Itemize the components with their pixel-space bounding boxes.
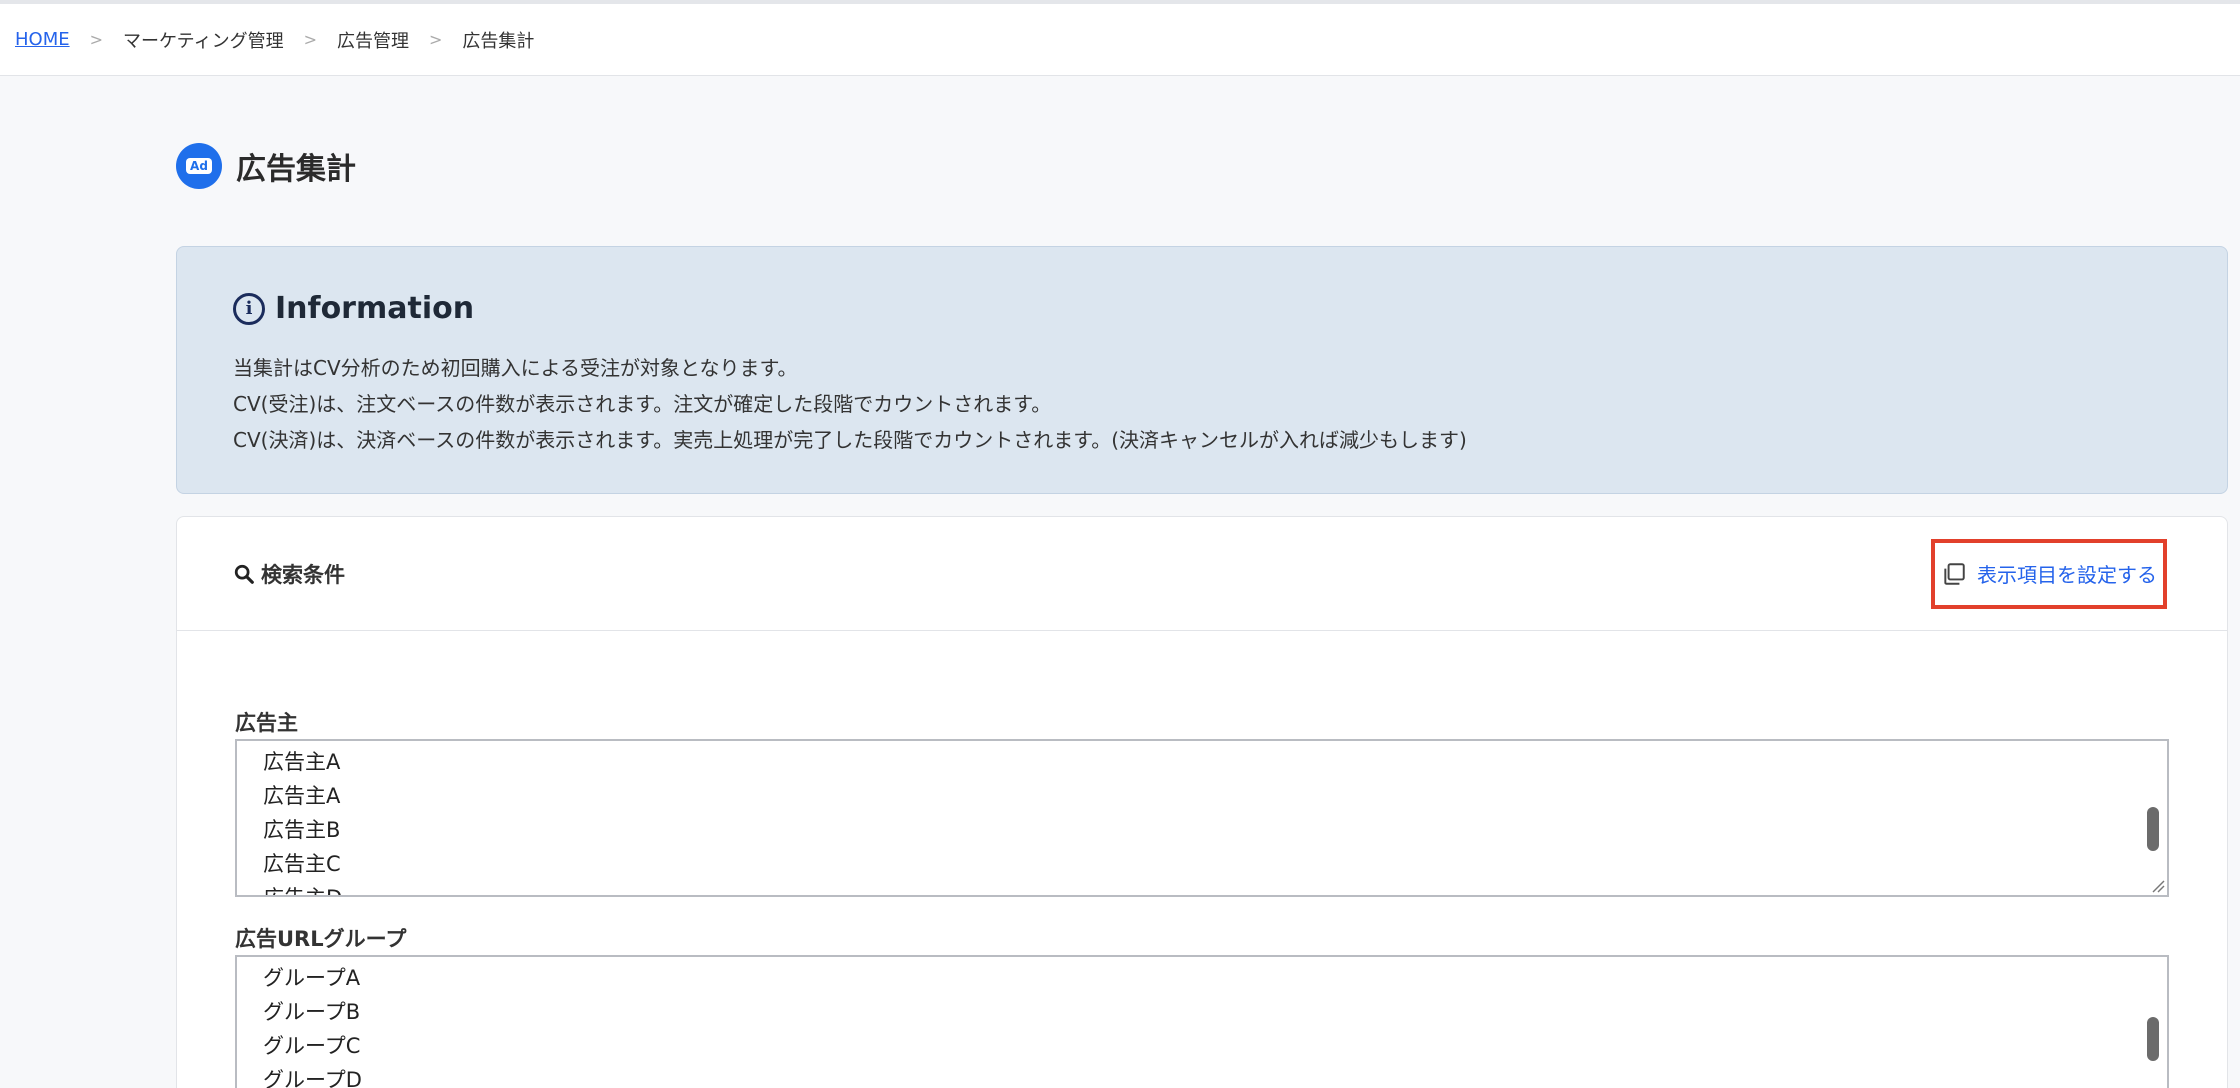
ad-icon-label: Ad (186, 158, 212, 174)
url-group-select[interactable]: グループA グループB グループC グループD (235, 955, 2169, 1088)
list-item[interactable]: 広告主A (237, 745, 2167, 779)
display-settings-button[interactable]: 表示項目を設定する (1931, 538, 2167, 609)
copy-icon (1944, 562, 1965, 585)
breadcrumb-item-current: 広告集計 (462, 30, 535, 52)
page-title: 広告集計 (236, 152, 356, 187)
breadcrumb-separator: > (89, 30, 104, 49)
breadcrumb-separator: > (303, 30, 317, 49)
information-title: Information (275, 291, 475, 326)
info-icon: i (233, 292, 265, 325)
list-item[interactable]: 広告主B (237, 813, 2167, 847)
info-line: CV(受注)は、注文ベースの件数が表示されます。注文が確定した段階でカウントされ… (233, 392, 1052, 416)
list-item[interactable]: 広告主C (237, 847, 2167, 881)
list-item[interactable]: グループB (237, 995, 2167, 1029)
breadcrumb-item-marketing[interactable]: マーケティング管理 (123, 27, 284, 53)
list-item[interactable]: 広告主D (237, 881, 2167, 895)
scrollbar-thumb[interactable] (2147, 1017, 2159, 1061)
ad-icon: Ad (176, 143, 222, 189)
search-icon (234, 564, 254, 584)
list-item[interactable]: グループC (237, 1029, 2167, 1063)
breadcrumb: HOME > マーケティング管理 > 広告管理 > 広告集計 (0, 4, 2240, 76)
display-settings-label: 表示項目を設定する (1977, 563, 2157, 587)
info-line: CV(決済)は、決済ベースの件数が表示されます。実売上処理が完了した段階でカウン… (233, 428, 1467, 452)
list-item[interactable]: 広告主A (237, 779, 2167, 813)
search-header: 検索条件 表示項目を設定する (177, 517, 2227, 631)
information-panel: i Information 当集計はCV分析のため初回購入による受注が対象となり… (176, 246, 2228, 494)
url-group-label: 広告URLグループ (235, 927, 407, 951)
page-header: Ad 広告集計 (176, 142, 356, 190)
advertiser-label: 広告主 (235, 711, 298, 735)
breadcrumb-home-link[interactable]: HOME (15, 29, 70, 50)
list-item[interactable]: グループA (237, 961, 2167, 995)
search-conditions-card: 検索条件 表示項目を設定する 広告主 広告主A 広告主A 広告主B 広告主C 広… (176, 516, 2228, 1088)
breadcrumb-item-ad-management[interactable]: 広告管理 (337, 27, 409, 53)
info-line: 当集計はCV分析のため初回購入による受注が対象となります。 (233, 356, 798, 380)
scrollbar-thumb[interactable] (2147, 807, 2159, 851)
advertiser-select[interactable]: 広告主A 広告主A 広告主B 広告主C 広告主D (235, 739, 2169, 897)
resize-grip-icon[interactable] (2149, 877, 2165, 893)
list-item[interactable]: グループD (237, 1063, 2167, 1088)
search-title: 検索条件 (261, 562, 345, 587)
breadcrumb-separator: > (428, 30, 443, 49)
